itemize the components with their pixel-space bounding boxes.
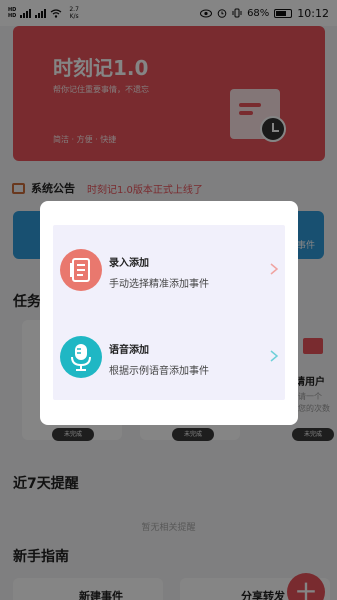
document-icon bbox=[60, 249, 102, 291]
option-description: 手动选择精准添加事件 bbox=[109, 279, 209, 290]
dialog-options-panel: 录入添加 手动选择精准添加事件 语音添加 根据示例语音添加事件 bbox=[53, 225, 285, 400]
option-title: 语音添加 bbox=[109, 345, 149, 356]
add-method-dialog: 录入添加 手动选择精准添加事件 语音添加 根据示例语音添加事件 bbox=[40, 201, 298, 425]
microphone-icon bbox=[60, 336, 102, 378]
chevron-right-icon bbox=[270, 263, 279, 275]
voice-add-option[interactable]: 语音添加 根据示例语音添加事件 bbox=[53, 336, 285, 396]
option-title: 录入添加 bbox=[109, 258, 149, 269]
manual-add-option[interactable]: 录入添加 手动选择精准添加事件 bbox=[53, 249, 285, 309]
option-description: 根据示例语音添加事件 bbox=[109, 366, 209, 377]
chevron-right-icon bbox=[270, 350, 279, 362]
